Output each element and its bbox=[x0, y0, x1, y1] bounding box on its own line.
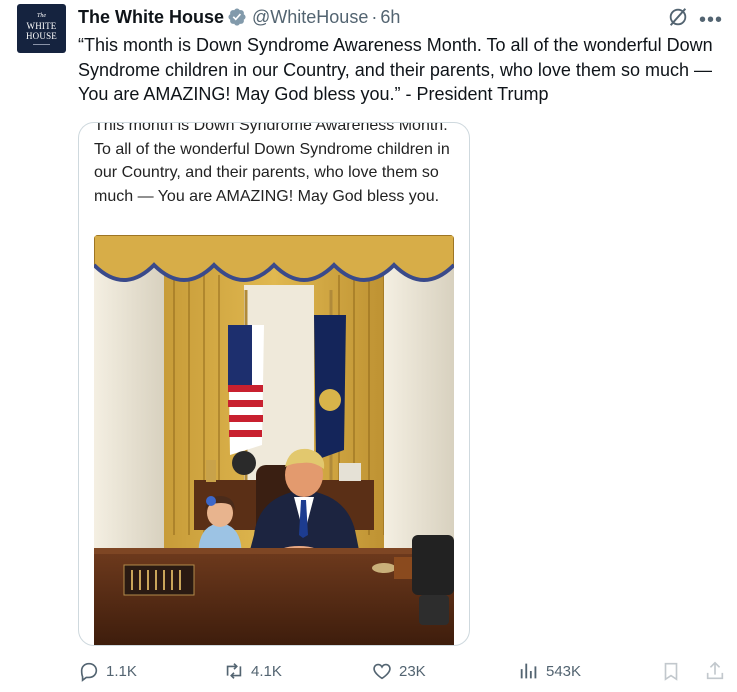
oval-office-photo[interactable] bbox=[94, 235, 454, 645]
more-options-icon[interactable]: ••• bbox=[699, 10, 723, 30]
separator: · bbox=[371, 6, 378, 27]
grok-icon[interactable] bbox=[667, 6, 689, 33]
tweet-header: The White House @WhiteHouse · 6h bbox=[78, 6, 400, 28]
repost-button[interactable]: 4.1K bbox=[223, 660, 282, 682]
timestamp[interactable]: 6h bbox=[380, 7, 400, 28]
repost-count: 4.1K bbox=[251, 662, 282, 680]
share-button[interactable] bbox=[704, 660, 732, 682]
media-card[interactable]: This month is Down Syndrome Awareness Mo… bbox=[78, 122, 470, 646]
like-button[interactable]: 23K bbox=[371, 660, 426, 682]
like-count: 23K bbox=[399, 662, 426, 680]
verified-badge-icon[interactable] bbox=[227, 7, 247, 27]
bar-chart-icon bbox=[520, 663, 537, 679]
views-button[interactable]: 543K bbox=[518, 660, 581, 682]
display-name[interactable]: The White House bbox=[78, 7, 224, 28]
view-count: 543K bbox=[546, 662, 582, 680]
reply-count: 1.1K bbox=[106, 662, 137, 680]
reply-icon bbox=[80, 662, 98, 682]
media-caption: This month is Down Syndrome Awareness Mo… bbox=[94, 122, 450, 205]
bookmark-button[interactable] bbox=[660, 660, 688, 682]
top-right-actions: ••• bbox=[667, 6, 723, 33]
avatar-rule bbox=[33, 44, 50, 45]
tweet-text: “This month is Down Syndrome Awareness M… bbox=[78, 35, 713, 104]
reply-button[interactable]: 1.1K bbox=[78, 660, 137, 682]
avatar-text-house: HOUSE bbox=[25, 31, 57, 41]
handle[interactable]: @WhiteHouse bbox=[252, 7, 368, 28]
repost-icon bbox=[226, 663, 242, 679]
avatar-text-the: The bbox=[37, 13, 46, 19]
bookmark-icon bbox=[664, 662, 678, 681]
tweet-actions: 1.1K 4.1K 23K 543K bbox=[78, 660, 733, 686]
share-icon bbox=[706, 661, 724, 680]
avatar[interactable]: The WHITE HOUSE bbox=[17, 4, 66, 53]
avatar-text-white: WHITE bbox=[26, 21, 57, 31]
heart-icon bbox=[373, 663, 391, 680]
